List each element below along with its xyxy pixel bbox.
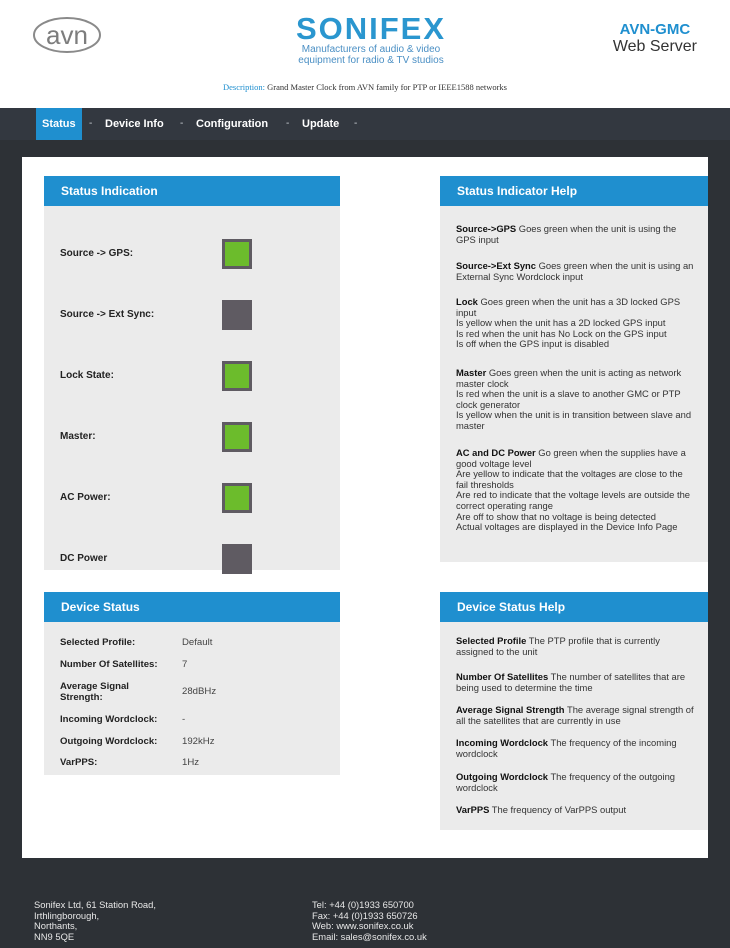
panel-title: Device Status Help xyxy=(440,592,708,622)
nav-configuration[interactable]: Configuration xyxy=(190,108,274,140)
nav-separator: - xyxy=(180,118,184,129)
led-dc-power xyxy=(222,544,252,574)
nav-separator: - xyxy=(354,118,358,129)
panel-title: Device Status xyxy=(44,592,340,622)
device-status-value: - xyxy=(182,714,186,725)
status-label-source-gps: Source -> GPS: xyxy=(60,248,134,259)
device-status-label: Average Signal Strength: xyxy=(60,681,129,703)
help-incoming-wordclock: Incoming Wordclock The frequency of the … xyxy=(456,737,677,759)
status-label-source-ext-sync: Source -> Ext Sync: xyxy=(60,309,155,320)
product-model: AVN-GMC xyxy=(619,21,691,38)
help-varpps: VarPPS The frequency of VarPPS output xyxy=(456,804,627,815)
svg-text:avn: avn xyxy=(46,20,88,50)
brand-name: SONIFEX xyxy=(295,11,447,46)
avn-logo: avn xyxy=(33,17,101,53)
led-master xyxy=(222,422,252,452)
nav-device-info[interactable]: Device Info xyxy=(99,108,170,140)
address-line: NN9 5QE xyxy=(34,930,75,942)
help-number-of-satellites: Number Of Satellites The number of satel… xyxy=(456,671,686,693)
device-status-label: VarPPS: xyxy=(60,757,98,768)
device-status-label: Incoming Wordclock: xyxy=(60,714,158,725)
main-nav: Status - Device Info - Configuration - U… xyxy=(0,108,730,140)
device-status-help-panel: Device Status Help Selected Profile The … xyxy=(440,592,708,830)
status-label-dc-power: DC Power xyxy=(60,553,108,564)
page-footer: Sonifex Ltd, 61 Station Road, Irthlingbo… xyxy=(0,872,730,948)
product-description: Description: Grand Master Clock from AVN… xyxy=(0,82,730,92)
status-label-ac-power: AC Power: xyxy=(60,492,111,503)
nav-status[interactable]: Status xyxy=(36,108,82,140)
status-label-master: Master: xyxy=(60,431,96,442)
help-outgoing-wordclock: Outgoing Wordclock The frequency of the … xyxy=(456,771,676,793)
help-power: AC and DC Power Go green when the suppli… xyxy=(456,447,690,533)
led-ac-power xyxy=(222,483,252,513)
device-status-value: 7 xyxy=(182,659,188,670)
brand-tagline: Manufacturers of audio & video xyxy=(301,44,441,55)
address-line: Northants, xyxy=(34,920,78,931)
status-help-panel: Status Indicator Help Source->GPS Goes g… xyxy=(440,176,708,562)
status-indication-panel: Status Indication Source -> GPS: Source … xyxy=(44,176,340,574)
contact-web-link[interactable]: Web: www.sonifex.co.uk xyxy=(312,920,427,932)
led-source-ext-sync xyxy=(222,300,252,330)
led-lock-state xyxy=(222,361,252,391)
help-average-signal-strength: Average Signal Strength The average sign… xyxy=(456,704,694,726)
led-source-gps xyxy=(222,239,252,269)
address-line: Sonifex Ltd, 61 Station Road, xyxy=(34,899,156,910)
help-lock: Lock Goes green when the unit has a 3D l… xyxy=(456,296,681,350)
contact-email-link[interactable]: Email: sales@sonifex.co.uk xyxy=(312,931,427,943)
panel-title: Status Indicator Help xyxy=(440,176,708,206)
help-source-ext-sync: Source->Ext Sync Goes green when the uni… xyxy=(456,260,694,282)
device-status-value: 28dBHz xyxy=(182,686,217,697)
device-status-label: Selected Profile: xyxy=(60,637,136,648)
help-selected-profile: Selected Profile The PTP profile that is… xyxy=(456,635,660,657)
product-title: AVN-GMC Web Server xyxy=(613,22,697,56)
status-label-lock-state: Lock State: xyxy=(60,370,114,381)
help-master: Master Goes green when the unit is actin… xyxy=(456,367,692,431)
description-text: Grand Master Clock from AVN family for P… xyxy=(267,82,507,92)
sonifex-logo: SONIFEX Manufacturers of audio & video e… xyxy=(276,11,466,66)
brand-tagline: equipment for radio & TV studios xyxy=(298,55,444,66)
device-status-value: Default xyxy=(182,637,213,648)
company-contact: Tel: +44 (0)1933 650700 Fax: +44 (0)1933… xyxy=(312,899,427,943)
device-status-label: Number Of Satellites: xyxy=(60,659,158,670)
device-status-value: 192kHz xyxy=(182,736,215,747)
page-header: avn SONIFEX Manufacturers of audio & vid… xyxy=(0,0,730,108)
nav-update[interactable]: Update xyxy=(296,108,345,140)
device-status-label: Outgoing Wordclock: xyxy=(60,736,158,747)
description-label: Description: xyxy=(222,82,266,92)
company-address: Sonifex Ltd, 61 Station Road, Irthlingbo… xyxy=(34,899,156,942)
panel-title: Status Indication xyxy=(44,176,340,206)
contact-phone: Tel: +44 (0)1933 650700 xyxy=(312,899,414,910)
main-content: Status Indication Source -> GPS: Source … xyxy=(22,157,708,858)
device-status-value: 1Hz xyxy=(182,757,200,768)
help-source-gps: Source->GPS Goes green when the unit is … xyxy=(456,223,677,245)
nav-separator: - xyxy=(89,118,93,129)
nav-separator: - xyxy=(286,118,290,129)
product-subtitle: Web Server xyxy=(612,38,697,55)
device-status-panel: Device Status Selected Profile: Default … xyxy=(44,592,340,775)
